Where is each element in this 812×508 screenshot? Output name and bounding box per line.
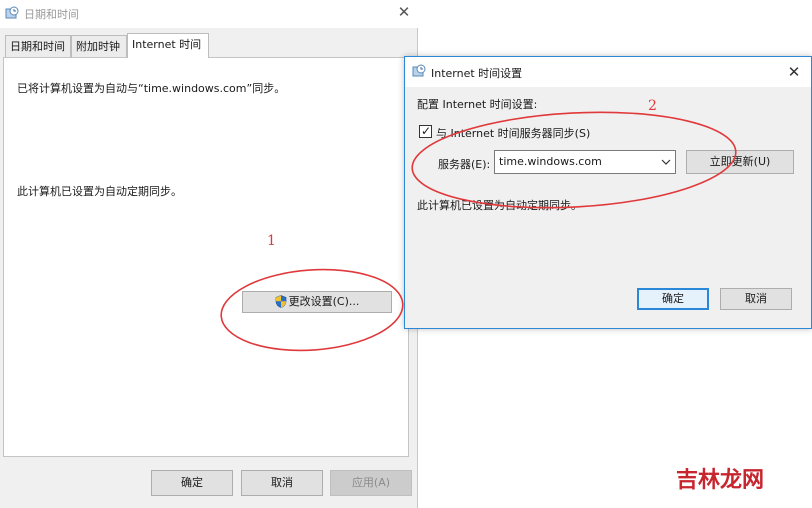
uac-shield-icon bbox=[275, 295, 286, 308]
window-title: 日期和时间 bbox=[24, 8, 79, 21]
annotation-marker-2: 2 bbox=[648, 98, 657, 114]
change-settings-label: 更改设置(C)... bbox=[288, 295, 360, 308]
sync-checkbox-label[interactable]: 与 Internet 时间服务器同步(S) bbox=[436, 125, 590, 141]
dialog-heading: 配置 Internet 时间设置: bbox=[417, 98, 538, 111]
dialog-ok-button[interactable]: 确定 bbox=[637, 288, 709, 310]
clock-globe-icon bbox=[5, 6, 19, 19]
tab-internet-time[interactable]: Internet 时间 bbox=[127, 33, 209, 58]
internet-time-panel bbox=[3, 57, 409, 457]
close-icon[interactable]: ✕ bbox=[784, 62, 804, 82]
server-dropdown[interactable]: time.windows.com bbox=[494, 150, 676, 174]
dialog-cancel-button[interactable]: 取消 bbox=[720, 288, 792, 310]
update-now-button[interactable]: 立即更新(U) bbox=[686, 150, 794, 174]
site-watermark: 吉林龙网 bbox=[676, 468, 765, 493]
server-label: 服务器(E): bbox=[438, 158, 491, 171]
tab-date-time[interactable]: 日期和时间 bbox=[5, 35, 71, 57]
server-value: time.windows.com bbox=[499, 155, 602, 168]
tab-additional-clocks[interactable]: 附加时钟 bbox=[71, 35, 127, 57]
checkmark-icon: ✓ bbox=[421, 124, 432, 138]
close-icon[interactable]: ✕ bbox=[394, 2, 414, 22]
sync-checkbox[interactable]: ✓ bbox=[419, 124, 432, 138]
annotation-marker-1: 1 bbox=[267, 233, 276, 249]
clock-globe-icon bbox=[412, 64, 426, 77]
change-settings-button[interactable]: 更改设置(C)... bbox=[242, 291, 392, 313]
ok-button[interactable]: 确定 bbox=[151, 470, 233, 496]
sync-status-text: 已将计算机设置为自动与“time.windows.com”同步。 bbox=[17, 82, 286, 95]
dialog-title: Internet 时间设置 bbox=[431, 67, 523, 80]
apply-button[interactable]: 应用(A) bbox=[330, 470, 412, 496]
schedule-status-text: 此计算机已设置为自动定期同步。 bbox=[17, 185, 182, 198]
cancel-button[interactable]: 取消 bbox=[241, 470, 323, 496]
dialog-status-text: 此计算机已设置为自动定期同步。 bbox=[417, 199, 582, 212]
chevron-down-icon bbox=[661, 159, 671, 165]
